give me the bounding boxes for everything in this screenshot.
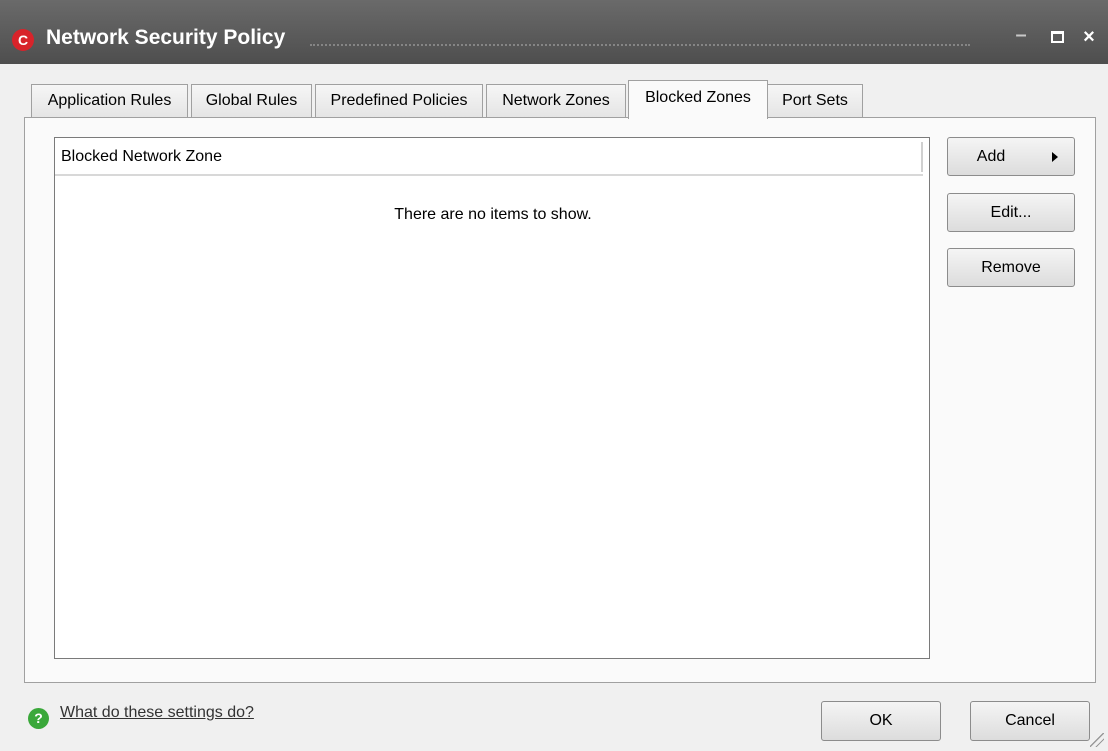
tab-predefined-policies[interactable]: Predefined Policies (315, 84, 483, 118)
title-separator (310, 44, 970, 46)
window-title: Network Security Policy (46, 26, 286, 49)
maximize-button[interactable] (1046, 26, 1068, 48)
blocked-zones-panel: Blocked Network Zone There are no items … (24, 117, 1096, 683)
edit-button[interactable]: Edit... (947, 193, 1075, 232)
tab-global-rules[interactable]: Global Rules (191, 84, 312, 118)
tab-blocked-zones[interactable]: Blocked Zones (628, 80, 768, 119)
resize-grip-icon[interactable] (1090, 733, 1104, 747)
add-button[interactable]: Add (947, 137, 1075, 176)
column-resize-handle[interactable] (921, 142, 923, 172)
add-button-label: Add (976, 148, 1006, 165)
empty-list-message: There are no items to show. (394, 206, 592, 223)
tab-application-rules[interactable]: Application Rules (31, 84, 188, 118)
tab-port-sets[interactable]: Port Sets (767, 84, 863, 118)
minimize-button[interactable]: – (1010, 24, 1032, 46)
tab-network-zones[interactable]: Network Zones (486, 84, 626, 118)
help-link[interactable]: What do these settings do? (60, 704, 254, 722)
title-bar: C Network Security Policy – × (0, 0, 1108, 64)
comodo-app-icon: C (12, 29, 34, 51)
remove-button[interactable]: Remove (947, 248, 1075, 287)
close-button[interactable]: × (1078, 26, 1100, 48)
blocked-zones-list[interactable]: Blocked Network Zone There are no items … (54, 137, 930, 659)
cancel-button[interactable]: Cancel (970, 701, 1090, 741)
help-icon: ? (28, 708, 49, 729)
column-header-blocked-network-zone[interactable]: Blocked Network Zone (55, 138, 923, 176)
maximize-icon (1050, 30, 1064, 43)
ok-button[interactable]: OK (821, 701, 941, 741)
submenu-arrow-icon (1052, 152, 1058, 162)
